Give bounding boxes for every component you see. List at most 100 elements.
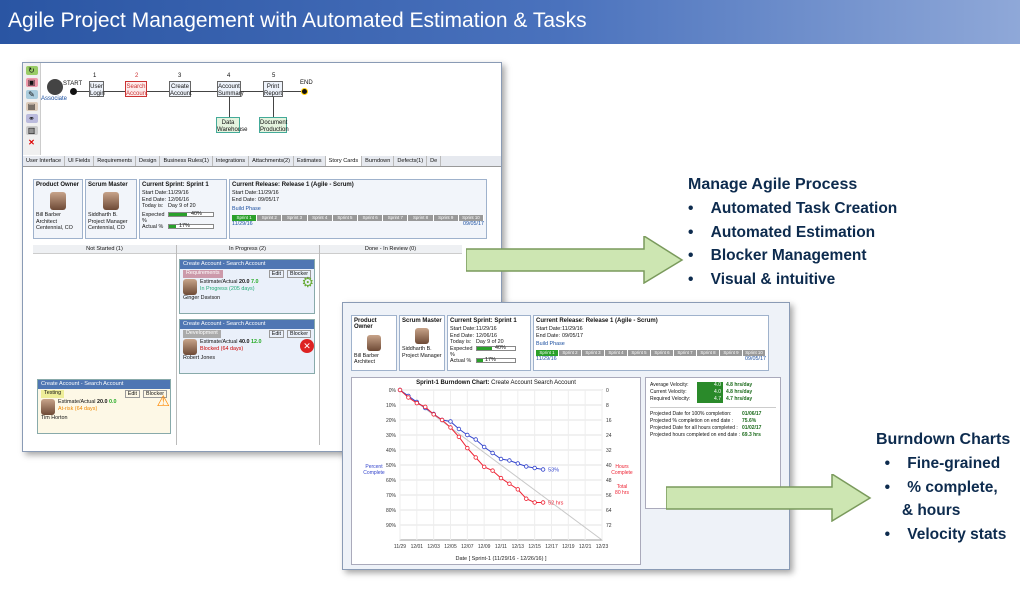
- sprint-segment[interactable]: Sprint 9: [720, 349, 743, 356]
- sprint-segment[interactable]: Sprint 8: [697, 349, 720, 356]
- story-card[interactable]: Create Account - Search Account Requirem…: [179, 259, 315, 314]
- sprint-segment[interactable]: Sprint 7: [383, 214, 409, 221]
- y-tick-right: 40: [606, 463, 612, 469]
- scrum-master-card: Scrum Master Siddharth B. Project Manager: [399, 315, 445, 371]
- data-point: [540, 500, 546, 505]
- x-tick: 12/01: [411, 544, 424, 550]
- sprint-segment[interactable]: Sprint 5: [628, 349, 651, 356]
- sprint-segment[interactable]: Sprint 2: [559, 349, 582, 356]
- data-point: [507, 481, 512, 486]
- tab-requirements[interactable]: Requirements: [94, 156, 137, 166]
- y-tick-left: 50%: [386, 463, 397, 469]
- bullets-heading: Manage Agile Process: [688, 176, 858, 193]
- data-point: [481, 444, 487, 450]
- refresh-icon[interactable]: ↻: [25, 66, 38, 75]
- start-node: [70, 88, 77, 95]
- tab-more[interactable]: De: [427, 156, 442, 166]
- sprint-card: Current Sprint: Sprint 1 Start Date: 11/2…: [139, 179, 227, 239]
- tab-defects[interactable]: Defects(1): [394, 156, 428, 166]
- step-num-3: 3: [178, 73, 182, 79]
- edit-icon[interactable]: ✎: [25, 90, 38, 99]
- data-point: [465, 445, 470, 451]
- sprint-segment[interactable]: Sprint 9: [433, 214, 459, 221]
- step-user-login[interactable]: User Login: [89, 81, 105, 97]
- sprint-segment[interactable]: Sprint 4: [605, 349, 628, 356]
- velocity-row: Average Velocity: 4.0 4.8 hrs/day: [650, 382, 753, 389]
- print-icon[interactable]: ▥: [25, 126, 38, 135]
- sprint-segment[interactable]: Sprint 6: [651, 349, 674, 356]
- x-tick: 12/05: [444, 544, 457, 550]
- copy-icon[interactable]: ▤: [25, 102, 38, 111]
- sprint-segment[interactable]: Sprint 5: [332, 214, 359, 221]
- total-label: 80 hrs: [615, 490, 629, 496]
- data-point: [498, 475, 504, 481]
- tab-business-rules[interactable]: Business Rules(1): [160, 156, 213, 166]
- y-tick-right: 48: [606, 478, 612, 484]
- data-point: [524, 464, 529, 469]
- sprint-segment[interactable]: Sprint 3: [282, 214, 308, 221]
- tab-attachments[interactable]: Attachments(2): [249, 156, 295, 166]
- data-point: [397, 387, 403, 393]
- data-point: [490, 450, 495, 456]
- x-tick: 12/21: [579, 544, 592, 550]
- data-point: [498, 456, 504, 462]
- data-point: [507, 458, 512, 463]
- data-point: [532, 500, 537, 505]
- close-icon[interactable]: ✕: [26, 138, 38, 147]
- sub-data-warehouse[interactable]: Data Warehouse: [216, 117, 247, 133]
- pct-end-label: 53%: [548, 468, 559, 474]
- edit-button[interactable]: Edit: [124, 389, 141, 399]
- tab-ui-fields[interactable]: UI Fields: [65, 156, 95, 166]
- story-card[interactable]: Create Account - Search Account Developm…: [179, 319, 315, 374]
- blocker-button[interactable]: Blocker: [287, 329, 311, 339]
- projection-row: Projected % completion on end date :75.6…: [650, 418, 757, 424]
- arrow-right-icon: [666, 474, 872, 522]
- data-point: [515, 461, 521, 466]
- x-tick: 12/23: [596, 544, 609, 550]
- edit-button[interactable]: Edit: [268, 269, 285, 279]
- bullet-item: • Visual & intuitive: [688, 270, 836, 288]
- step-print-report[interactable]: Print Report: [263, 81, 283, 97]
- column-not-started: Not Started (1): [33, 245, 176, 254]
- step-create-account[interactable]: Create Account: [169, 81, 192, 97]
- tab-story-cards[interactable]: Story Cards: [325, 156, 363, 166]
- actor-label: Associate: [41, 96, 68, 102]
- x-tick: 12/19: [562, 544, 575, 550]
- warning-icon: ⚠: [156, 393, 170, 411]
- sprint-segment[interactable]: Sprint 2: [257, 214, 283, 221]
- sprint-segment[interactable]: Sprint 8: [408, 214, 434, 221]
- projection-row: Projected hours completed on end date :6…: [650, 432, 761, 438]
- data-point: [406, 395, 411, 400]
- sprint-segment[interactable]: Sprint 3: [582, 349, 605, 356]
- link-icon[interactable]: ⚭: [25, 114, 38, 123]
- left-toolbar: ↻ ▣ ✎ ▤ ⚭ ▥ ✕: [23, 63, 41, 155]
- sprint-segment[interactable]: Sprint 4: [307, 214, 333, 221]
- x-tick: 12/11: [495, 544, 507, 550]
- step-account-summary[interactable]: Account Summary: [217, 81, 244, 97]
- sprint-segment[interactable]: Sprint 7: [674, 349, 697, 356]
- edit-button[interactable]: Edit: [268, 329, 285, 339]
- folder-icon[interactable]: ▣: [25, 78, 38, 87]
- x-tick: 12/15: [528, 544, 541, 550]
- data-point: [532, 465, 537, 471]
- tab-design[interactable]: Design: [136, 156, 161, 166]
- sub-document-production[interactable]: Document Production: [259, 117, 289, 133]
- sprint-segment[interactable]: Sprint 6: [358, 214, 384, 221]
- data-point: [439, 417, 445, 423]
- velocity-row: Required Velocity: 4.7 4.7 hrs/day: [650, 396, 753, 403]
- x-tick: 12/03: [427, 544, 440, 550]
- tab-estimates[interactable]: Estimates: [294, 156, 326, 166]
- slide-title: Agile Project Management with Automated …: [0, 0, 1020, 44]
- story-card[interactable]: Create Account - Search Account Testing E…: [37, 379, 171, 434]
- data-point: [431, 412, 436, 417]
- y-tick-right: 32: [606, 448, 612, 454]
- actual-progress-fill: [169, 225, 177, 229]
- tab-user-interface[interactable]: User Interface: [23, 156, 66, 166]
- tab-burndown[interactable]: Burndown: [362, 156, 395, 166]
- bullet-item: • Blocker Management: [688, 247, 867, 264]
- step-num-5: 5: [272, 73, 276, 79]
- bullet-item: • Automated Task Creation: [688, 200, 898, 217]
- x-tick: 12/13: [512, 544, 525, 550]
- step-search-account[interactable]: Search Account: [125, 81, 148, 97]
- tab-integrations[interactable]: Integrations: [213, 156, 250, 166]
